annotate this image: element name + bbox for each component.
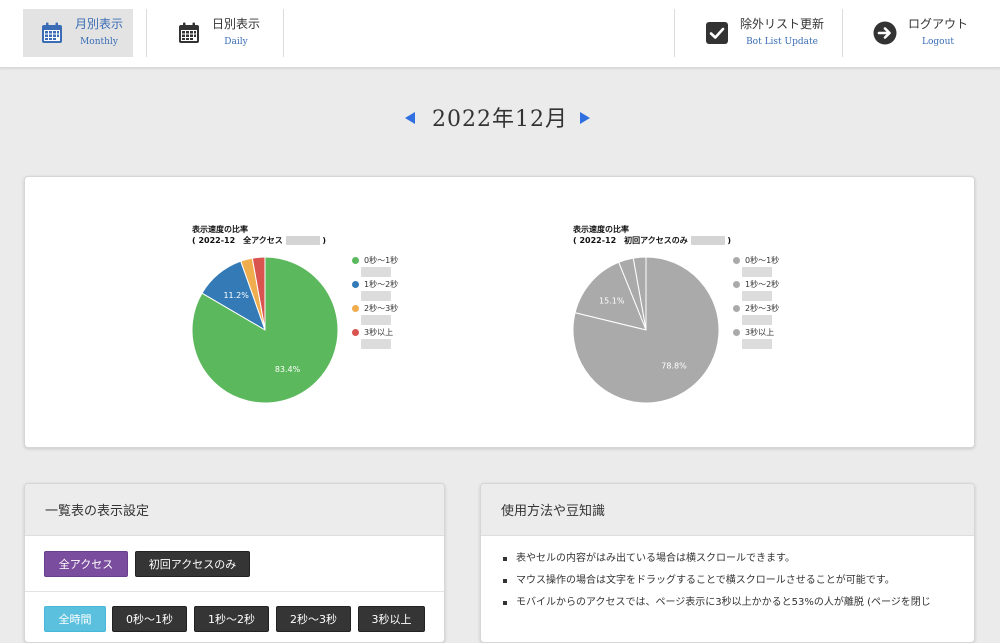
month-navigation: 2022年12月 [0,103,1000,137]
legend-label: 0秒～1秒 [364,256,399,265]
chart-title-line1: 表示速度の比率 [573,225,629,234]
legend-label: 3秒以上 [745,328,775,337]
redacted-legend-value [361,315,391,325]
nav-divider [146,9,147,57]
arrow-right-circle-icon [872,20,898,46]
speed-ratio-chart-card: 表示速度の比率 ( 2022-12 全アクセス ) 11.2% 83.4% 0秒～… [24,176,975,448]
panel-divider [25,591,444,592]
nav-logout-label: ログアウト [908,17,969,31]
display-settings-title: 一覧表の表示設定 [25,484,444,536]
legend-item: 1秒～2秒 [733,279,779,290]
legend-label: 0秒～1秒 [745,256,780,265]
redacted-legend-value [742,267,772,277]
legend-item: 2秒～3秒 [352,303,398,314]
all-access-button[interactable]: 全アクセス [44,551,128,577]
nav-daily-label: 日別表示 [212,17,261,31]
redacted-legend-value [361,291,391,301]
legend-label: 1秒～2秒 [364,280,399,289]
time-1-2s-button[interactable]: 1秒～2秒 [194,606,269,632]
nav-daily-sublabel: Daily [224,37,248,47]
chart-title-line1: 表示速度の比率 [192,225,248,234]
nav-logout-sublabel: Logout [922,37,954,47]
redacted-legend-value [361,267,391,277]
legend-swatch [733,281,740,288]
legend-swatch [733,329,740,336]
list-item: 表やセルの内容がはみ出ている場合は横スクロールできます。 [501,552,956,566]
month-title: 2022年12月 [432,107,568,132]
legend-swatch [352,329,359,336]
chart-title-all-access: 表示速度の比率 ( 2022-12 全アクセス ) [192,224,326,246]
list-item: マウス操作の場合は文字をドラッグすることで横スクロールさせることが可能です。 [501,574,956,588]
nav-bot-list-sublabel: Bot List Update [746,37,818,47]
legend-swatch [733,305,740,312]
legend-item: 3秒以上 [733,327,774,338]
chart-title-first-access: 表示速度の比率 ( 2022-12 初回アクセスのみ ) [573,224,731,246]
tips-list: 表やセルの内容がはみ出ている場合は横スクロールできます。 マウス操作の場合は文字… [501,552,956,618]
triangle-left-icon[interactable] [405,112,415,124]
time-0-1s-button[interactable]: 0秒～1秒 [112,606,187,632]
legend-item: 2秒～3秒 [733,303,779,314]
redacted-legend-value [742,315,772,325]
nav-divider [283,9,284,57]
nav-logout-text: ログアウト Logout [908,17,968,49]
chart-title-line2: ( 2022-12 全アクセス [192,236,283,245]
pie-data-label: 11.2% [223,291,249,300]
legend-swatch [352,305,359,312]
checkbox-icon [704,20,730,46]
pie-data-label: 83.4% [275,365,301,374]
first-access-only-button[interactable]: 初回アクセスのみ [135,551,250,577]
legend-label: 3秒以上 [364,328,394,337]
all-time-button[interactable]: 全時間 [44,606,106,632]
triangle-right-icon[interactable] [580,112,590,124]
time-2-3s-button[interactable]: 2秒～3秒 [276,606,351,632]
pie-data-label: 15.1% [599,296,625,305]
chart-title-suffix: ) [727,236,732,245]
calendar-icon [39,20,65,46]
legend-label: 2秒～3秒 [745,304,780,313]
pie-chart-all-access: 11.2% 83.4% [191,256,339,404]
redacted-count [690,236,725,245]
legend-label: 2秒～3秒 [364,304,399,313]
redacted-legend-value [361,339,391,349]
legend-label: 1秒～2秒 [745,280,780,289]
nav-bot-list-update[interactable]: 除外リスト更新 Bot List Update [692,9,832,57]
nav-divider [842,9,843,57]
time-3s-plus-button[interactable]: 3秒以上 [358,606,425,632]
legend-item: 3秒以上 [352,327,393,338]
redacted-count [285,236,320,245]
calendar-icon [176,20,202,46]
nav-daily-text: 日別表示 Daily [212,17,260,49]
nav-daily[interactable]: 日別表示 Daily [160,9,280,57]
legend-item: 1秒～2秒 [352,279,398,290]
list-item: モバイルからのアクセスでは、ページ表示に3秒以上かかると53%の人が離脱 (ペー… [501,596,956,610]
legend-swatch [733,257,740,264]
pie-chart-first-access: 15.1% 78.8% [572,256,720,404]
legend-swatch [352,281,359,288]
nav-bot-list-label: 除外リスト更新 [740,17,825,31]
legend-swatch [352,257,359,264]
legend-item: 0秒～1秒 [733,255,779,266]
legend-item: 0秒～1秒 [352,255,398,266]
chart-title-line2: ( 2022-12 初回アクセスのみ [573,236,688,245]
redacted-legend-value [742,291,772,301]
nav-monthly-label: 月別表示 [75,17,124,31]
chart-title-suffix: ) [322,236,327,245]
pie-data-label: 78.8% [661,362,687,371]
usage-tips-panel: 使用方法や豆知識 表やセルの内容がはみ出ている場合は横スクロールできます。 マウ… [480,483,975,643]
top-navigation-bar: 月別表示 Monthly 日別表示 Daily 除外リスト更新 Bot List… [0,0,1000,68]
usage-tips-title: 使用方法や豆知識 [481,484,974,536]
redacted-legend-value [742,339,772,349]
nav-monthly[interactable]: 月別表示 Monthly [23,9,133,57]
nav-divider [674,9,675,57]
nav-monthly-sublabel: Monthly [80,37,118,47]
nav-monthly-text: 月別表示 Monthly [75,17,123,49]
display-settings-panel: 一覧表の表示設定 全アクセス 初回アクセスのみ 全時間 0秒～1秒 1秒～2秒 … [24,483,445,643]
nav-bot-list-text: 除外リスト更新 Bot List Update [740,17,824,49]
nav-logout[interactable]: ログアウト Logout [860,9,980,57]
